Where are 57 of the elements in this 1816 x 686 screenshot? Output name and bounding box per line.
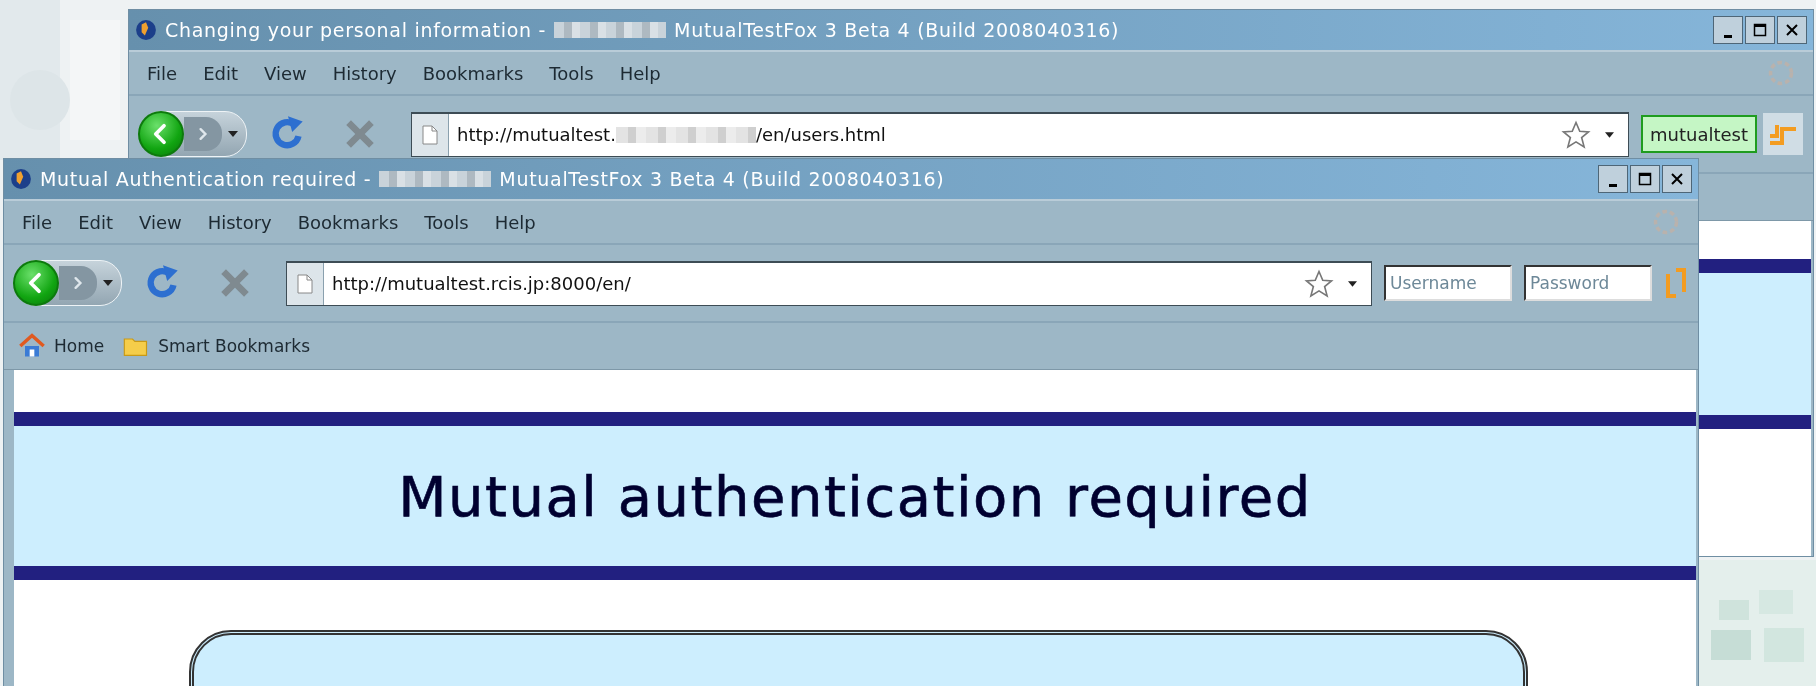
caret-icon[interactable] bbox=[228, 131, 238, 137]
window-title: Changing your personal information - bbox=[165, 19, 547, 41]
menu-item[interactable]: Help bbox=[619, 62, 661, 84]
menu-item[interactable]: Bookmarks bbox=[422, 62, 524, 84]
bookmark-item[interactable]: Home bbox=[18, 332, 105, 360]
menu-item[interactable]: View bbox=[264, 62, 307, 84]
menu-item[interactable]: History bbox=[207, 211, 272, 233]
minimize-icon bbox=[1609, 183, 1617, 187]
address-bar[interactable]: http://mutualtest.rcis.jp:8000/en/ bbox=[286, 260, 1372, 306]
close-icon bbox=[1784, 22, 1800, 38]
close-button[interactable] bbox=[1662, 165, 1692, 193]
bookmark-item[interactable]: Smart Bookmarks bbox=[122, 332, 310, 360]
throbber-icon bbox=[1767, 59, 1795, 87]
maximize-button[interactable] bbox=[1745, 16, 1775, 44]
minimize-button[interactable] bbox=[1713, 16, 1743, 44]
window-title: Mutual Authentication required - bbox=[40, 168, 372, 190]
page-icon bbox=[422, 124, 438, 145]
url-text: /en/users.html bbox=[755, 124, 886, 145]
menu-item[interactable]: Bookmarks bbox=[297, 211, 399, 233]
maximize-button[interactable] bbox=[1630, 165, 1660, 193]
menu-item[interactable]: Tools bbox=[424, 211, 469, 233]
close-button[interactable] bbox=[1777, 16, 1807, 44]
caret-icon[interactable] bbox=[103, 280, 113, 286]
bracket-icon bbox=[1768, 122, 1798, 146]
caret-icon[interactable] bbox=[1348, 280, 1357, 287]
menu-item[interactable]: Help bbox=[494, 211, 536, 233]
menu-item[interactable]: Tools bbox=[549, 62, 594, 84]
window-title: MutualTestFox 3 Beta 4 (Build 2008040316) bbox=[674, 19, 1120, 41]
minimize-button[interactable] bbox=[1598, 165, 1628, 193]
username-field[interactable]: Username bbox=[1384, 265, 1512, 301]
window-title: MutualTestFox 3 Beta 4 (Build 2008040316) bbox=[499, 168, 945, 190]
globe-icon bbox=[10, 168, 32, 190]
caret-icon[interactable] bbox=[1605, 131, 1614, 138]
url-text: http://mutualtest.rcis.jp:8000/en/ bbox=[332, 273, 631, 294]
star-icon[interactable] bbox=[1561, 119, 1591, 150]
menu-item[interactable]: Edit bbox=[203, 62, 238, 84]
address-bar[interactable]: http://mutualtest. /en/users.html bbox=[411, 111, 1629, 157]
back-button[interactable] bbox=[138, 111, 184, 157]
menu-item[interactable]: History bbox=[332, 62, 397, 84]
password-field[interactable]: Password bbox=[1524, 265, 1652, 301]
menu-item[interactable]: Edit bbox=[78, 211, 113, 233]
star-icon[interactable] bbox=[1304, 268, 1334, 299]
menu-item[interactable]: View bbox=[139, 211, 182, 233]
page-heading: Mutual authentication required bbox=[398, 463, 1312, 529]
close-icon bbox=[1669, 171, 1685, 187]
username-badge: mutualtest bbox=[1641, 115, 1757, 153]
globe-icon bbox=[135, 19, 157, 41]
url-text: http://mutualtest. bbox=[457, 124, 616, 145]
menu-item[interactable]: File bbox=[22, 211, 53, 233]
maximize-icon bbox=[1752, 22, 1768, 38]
home-icon bbox=[18, 332, 46, 360]
page-icon bbox=[297, 273, 313, 294]
throbber-icon bbox=[1652, 208, 1680, 236]
menu-item[interactable]: File bbox=[147, 62, 178, 84]
back-button[interactable] bbox=[13, 260, 59, 306]
minimize-icon bbox=[1724, 34, 1732, 38]
maximize-icon bbox=[1637, 171, 1653, 187]
